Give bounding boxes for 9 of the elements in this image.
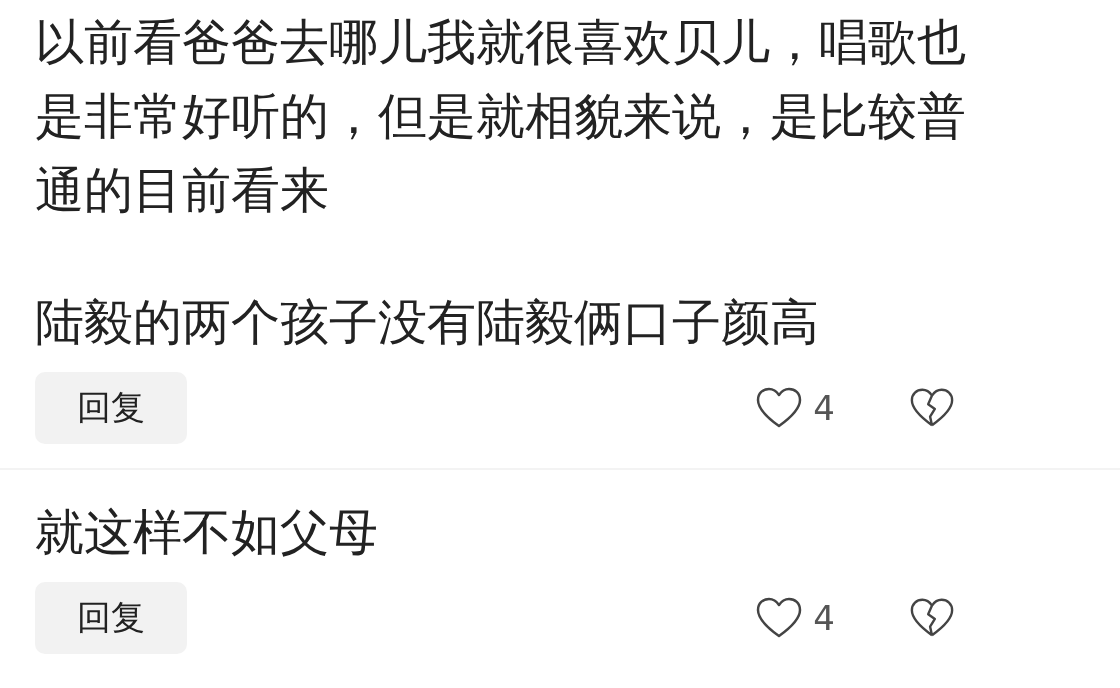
like-count: 4 [813, 388, 835, 428]
reply-button[interactable]: 回复 [35, 582, 187, 654]
comment-text: 就这样不如父母 [35, 503, 379, 563]
comment-text: 以前看爸爸去哪儿我就很喜欢贝儿，唱歌也是非常好听的，但是就相貌来说，是比较普通的目前看来 [35, 13, 967, 221]
heart-icon[interactable] [755, 386, 804, 430]
heart-icon[interactable] [755, 596, 804, 640]
like-count: 4 [813, 598, 835, 638]
comment-text: 陆毅的两个孩子没有陆毅俩口子颜高 [35, 293, 820, 353]
reply-button[interactable]: 回复 [35, 372, 187, 444]
